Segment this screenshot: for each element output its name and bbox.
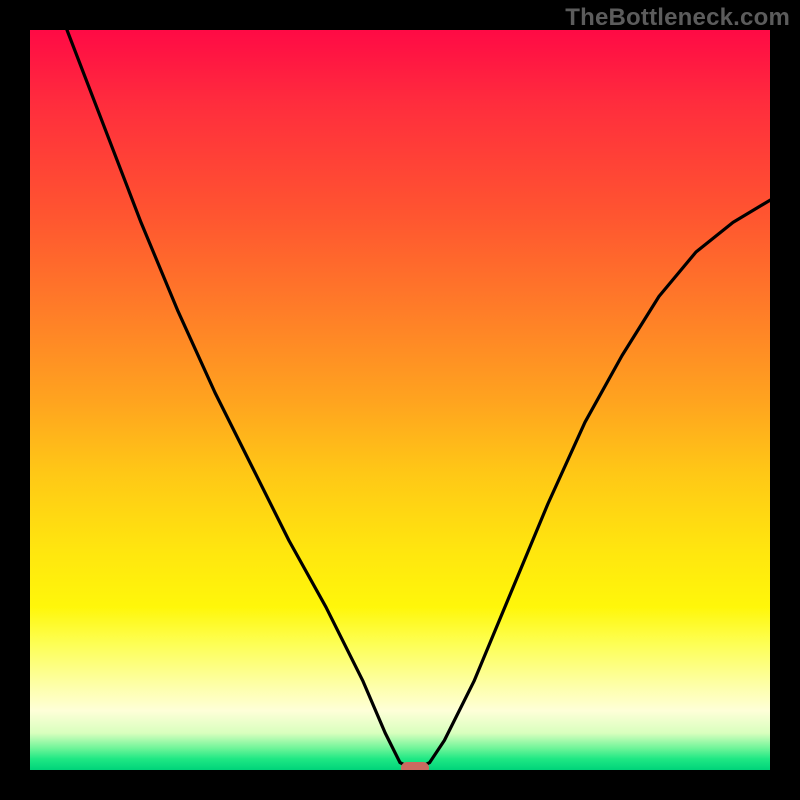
min-marker [401, 762, 429, 770]
bottleneck-curve [30, 30, 770, 770]
plot-area [30, 30, 770, 770]
watermark-text: TheBottleneck.com [565, 4, 790, 32]
chart-frame: TheBottleneck.com [0, 0, 800, 800]
